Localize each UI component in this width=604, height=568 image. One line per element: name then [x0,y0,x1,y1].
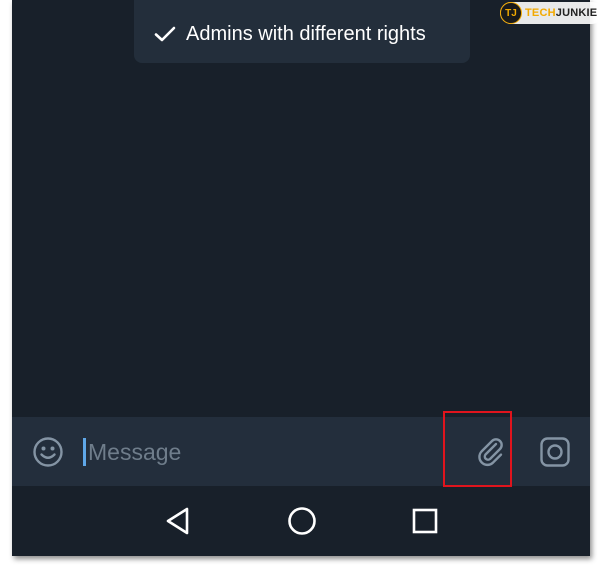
feature-tip-text: Admins with different rights [186,23,426,45]
back-triangle-icon[interactable] [165,506,191,536]
camera-icon[interactable] [539,436,571,468]
checkmark-icon [154,25,176,43]
navigation-bar [12,486,590,556]
techjunkie-logo: TJ TECHJUNKIE [500,2,604,24]
recents-square-icon[interactable] [412,508,438,534]
logo-text: TECHJUNKIE [525,7,598,19]
attachment-highlight-box [443,411,512,487]
home-circle-icon[interactable] [287,506,317,536]
message-input[interactable] [82,435,448,469]
feature-tip: Admins with different rights [134,0,470,63]
emoji-icon[interactable] [32,436,64,468]
logo-badge: TJ [500,2,522,24]
